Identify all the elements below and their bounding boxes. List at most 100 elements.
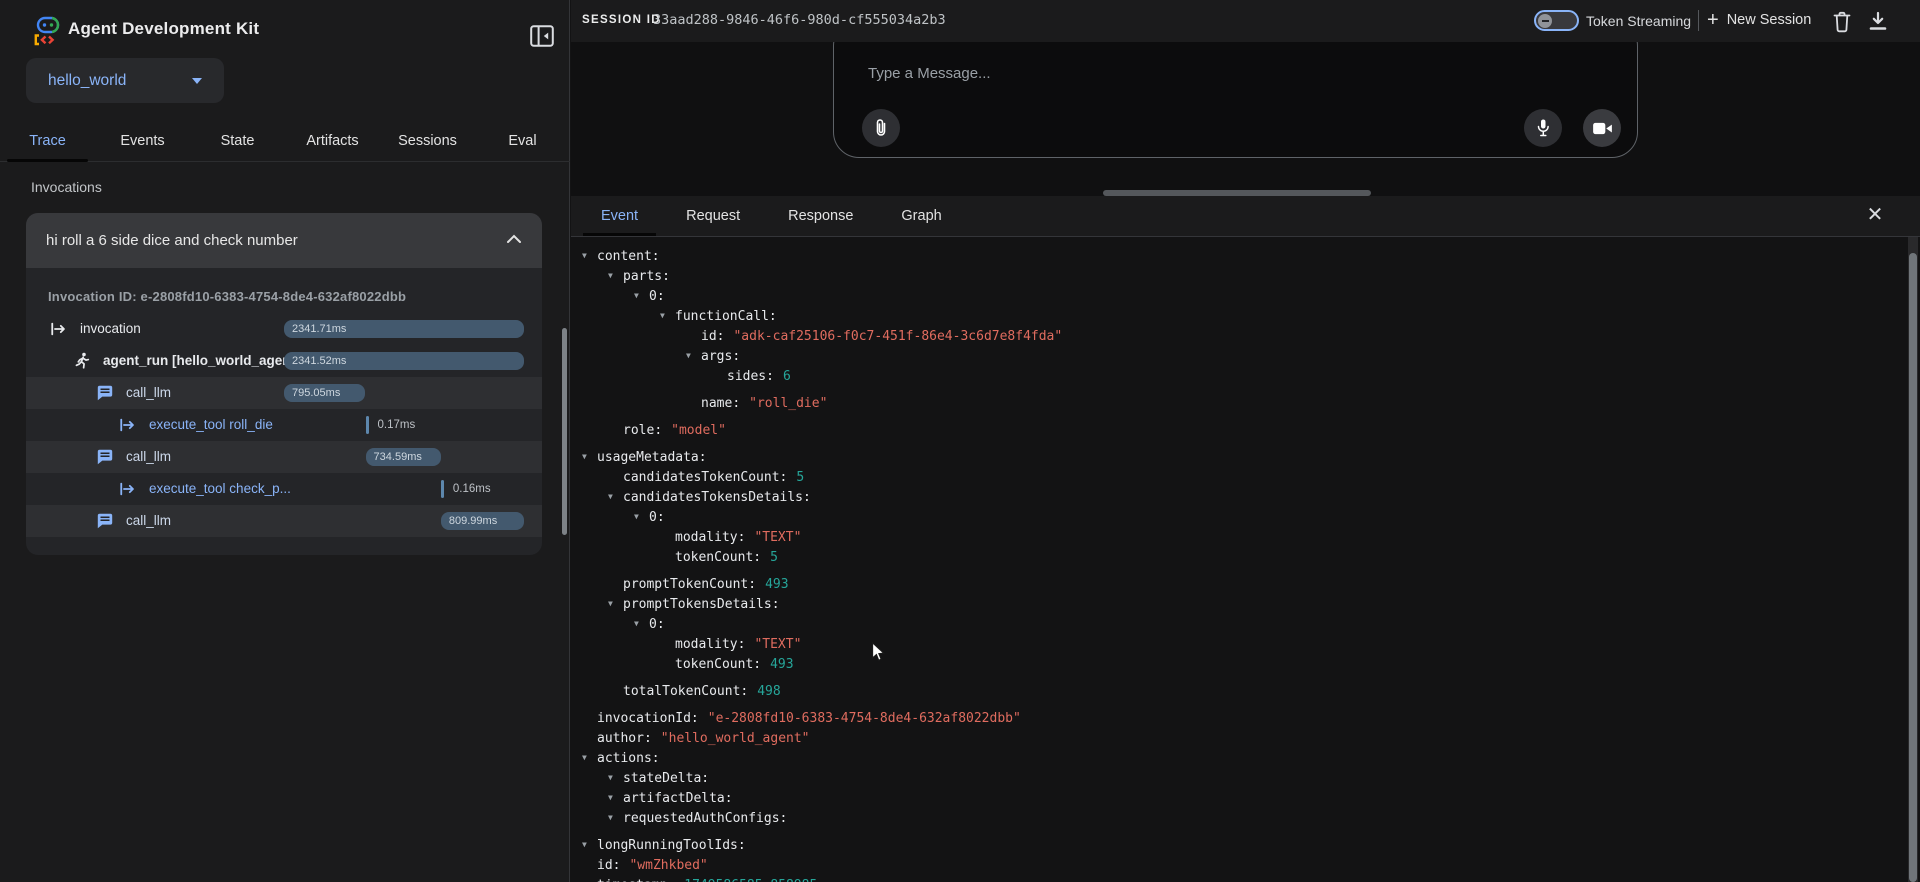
json-tree-line[interactable]: ▼promptTokensDetails [582,594,1062,614]
trace-span-bar: 734.59ms [366,448,441,466]
event-json-tree: ▼content▼parts▼0▼functionCall▼id"adk-caf… [582,246,1062,882]
invocation-id: Invocation ID: e-2808fd10-6383-4754-8de4… [48,289,406,304]
toggle-knob [1538,14,1552,28]
json-tree-line[interactable]: ▼tokenCount5 [582,547,1062,567]
trace-span-row[interactable]: agent_run [hello_world_agent] 2341.52ms [26,345,542,377]
trace-span-bar: 809.99ms [441,512,524,530]
chevron-down-icon [192,78,202,84]
json-tree-line[interactable]: ▼usageMetadata [582,447,1062,467]
json-tree-line[interactable]: ▼totalTokenCount498 [582,681,1062,701]
json-tree-line[interactable]: ▼tokenCount493 [582,654,1062,674]
video-button[interactable] [1583,109,1621,147]
json-tree-line[interactable]: ▼functionCall [582,306,1062,326]
expand-triangle-icon: ▼ [634,286,649,305]
trace-span-name: invocation [80,321,141,336]
tab-artifacts[interactable]: Artifacts [285,120,380,161]
json-tree-line[interactable]: ▼name"roll_die" [582,393,1062,413]
json-tree-line[interactable]: ▼0 [582,286,1062,306]
trace-span-name: execute_tool roll_die [149,417,273,432]
json-tree-line[interactable]: ▼modality"TEXT" [582,527,1062,547]
trace-span-row[interactable]: execute_tool roll_die 0.17ms [26,409,542,441]
trace-span-row[interactable]: execute_tool check_p... 0.16ms [26,473,542,505]
trace-span-name: call_llm [126,385,171,400]
trace-span-name: call_llm [126,513,171,528]
json-tree-line[interactable]: ▼longRunningToolIds [582,835,1062,855]
json-tree-line[interactable]: ▼id"wmZhkbed" [582,855,1062,875]
agent-selector[interactable]: hello_world [26,58,224,103]
invocation-prompt: hi roll a 6 side dice and check number [46,232,298,249]
collapse-panel-icon[interactable] [530,25,554,47]
json-tree-line[interactable]: ▼artifactDelta [582,788,1062,808]
trace-span-bar: 2341.71ms [284,320,524,338]
json-tree-line[interactable]: ▼requestedAuthConfigs [582,808,1062,828]
expand-triangle-icon: ▼ [608,768,623,787]
trace-span-row[interactable]: call_llm 734.59ms [26,441,542,473]
json-tree-line[interactable]: ▼modality"TEXT" [582,634,1062,654]
expand-triangle-icon: ▼ [608,487,623,506]
close-icon[interactable]: ✕ [1863,203,1887,227]
trace-span-name: agent_run [hello_world_agent] [103,353,300,368]
token-streaming-toggle[interactable] [1534,10,1579,31]
session-header: SESSION ID 33aad288-9846-46f6-980d-cf555… [571,0,1920,42]
microphone-button[interactable] [1524,109,1562,147]
trace-span-row[interactable]: call_llm 809.99ms [26,505,542,537]
invocation-prompt-header[interactable]: hi roll a 6 side dice and check number [26,213,542,268]
json-tree-line[interactable]: ▼promptTokenCount493 [582,574,1062,594]
delete-session-icon[interactable] [1832,11,1854,33]
download-session-icon[interactable] [1868,11,1890,33]
tab-eval[interactable]: Eval [475,120,570,161]
chevron-up-icon [506,232,522,249]
tab-graph[interactable]: Graph [883,196,959,236]
json-tree-line[interactable]: ▼id"adk-caf25106-f0c7-451f-86e4-3c6d7e8f… [582,326,1062,346]
tab-event[interactable]: Event [583,196,656,236]
input-white-icon [50,320,68,338]
tab-response[interactable]: Response [770,196,871,236]
attach-file-button[interactable] [862,109,900,147]
json-tree-line[interactable]: ▼invocationId"e-2808fd10-6383-4754-8de4-… [582,708,1062,728]
detail-tabs: Event Request Response Graph [571,196,1920,237]
paperclip-icon [871,118,891,138]
expand-triangle-icon: ▼ [608,594,623,613]
expand-triangle-icon: ▼ [582,835,597,854]
chat-icon [96,448,114,466]
json-tree-line[interactable]: ▼timestamp1749586585.858985 [582,875,1062,882]
tab-sessions[interactable]: Sessions [380,120,475,161]
expand-triangle-icon: ▼ [608,788,623,807]
header-divider [1698,10,1699,31]
trace-span-row[interactable]: invocation 2341.71ms [26,313,542,345]
json-tree-line[interactable]: ▼stateDelta [582,768,1062,788]
json-tree-line[interactable]: ▼sides6 [582,366,1062,386]
trace-span-bar: 795.05ms [284,384,365,402]
json-tree-line[interactable]: ▼candidatesTokensDetails [582,487,1062,507]
tab-state[interactable]: State [190,120,285,161]
json-tree-line[interactable]: ▼author"hello_world_agent" [582,728,1062,748]
trace-span-row[interactable]: call_llm 795.05ms [26,377,542,409]
agent-run-icon [73,352,91,370]
trace-span-duration: 0.17ms [378,419,416,431]
sidebar-tabs: Trace Events State Artifacts Sessions Ev… [0,120,570,162]
json-tree-line[interactable]: ▼content [582,246,1062,266]
json-tree-line[interactable]: ▼role"model" [582,420,1062,440]
trace-span-name: execute_tool check_p... [149,481,291,496]
sidebar-scrollbar-thumb[interactable] [562,328,567,535]
app-title: Agent Development Kit [68,19,259,39]
json-tree-line[interactable]: ▼0 [582,507,1062,527]
expand-triangle-icon: ▼ [582,748,597,767]
json-tree-line[interactable]: ▼candidatesTokenCount5 [582,467,1062,487]
json-tree-line[interactable]: ▼actions [582,748,1062,768]
json-tree-line[interactable]: ▼parts [582,266,1062,286]
mic-icon [1534,118,1552,138]
json-tree-line[interactable]: ▼0 [582,614,1062,634]
tab-trace[interactable]: Trace [0,120,95,161]
message-input[interactable]: Type a Message... [868,65,991,82]
tab-request[interactable]: Request [668,196,758,236]
json-tree-line[interactable]: ▼args [582,346,1062,366]
trace-span-bar: 2341.52ms [284,352,524,370]
vertical-scrollbar-thumb[interactable] [1909,253,1917,882]
tab-events[interactable]: Events [95,120,190,161]
new-session-button[interactable]: + New Session [1707,9,1811,31]
trace-span-duration: 0.16ms [453,483,491,495]
trace-span-name: call_llm [126,449,171,464]
expand-triangle-icon: ▼ [582,246,597,265]
session-id-label: SESSION ID [582,14,661,26]
